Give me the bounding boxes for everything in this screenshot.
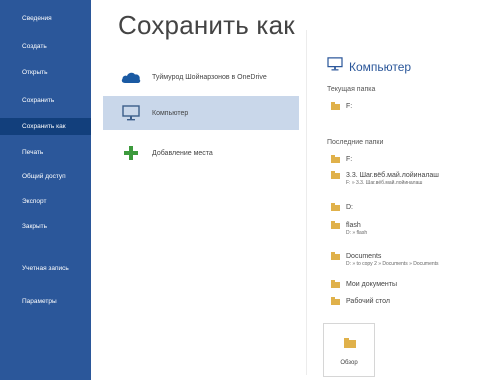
nav-save-as[interactable]: Сохранить как [0, 118, 91, 135]
nav-account[interactable]: Учетная запись [0, 264, 70, 273]
backstage-sidebar: Сведения Создать Открыть Сохранить Сохра… [0, 0, 91, 380]
folder-name: Documents [346, 253, 382, 260]
location-label: Добавление места [152, 149, 213, 157]
folder-name: F: [346, 103, 353, 110]
folder-name: F: [346, 156, 353, 163]
nav-new[interactable]: Создать [0, 42, 91, 51]
folder-name: Рабочий стол [346, 298, 390, 305]
folder-icon [331, 155, 340, 163]
location-label: Туймурод Шойнарзонов в OneDrive [152, 73, 267, 81]
folder-name: D: [346, 204, 353, 211]
folder-name: 3.3. Шаг.вёб.май.лойиналаш [346, 172, 439, 179]
folder-path: F: » 3.3. Шаг.вёб.май.лойиналаш [346, 180, 423, 186]
page-title: Сохранить как [118, 10, 295, 40]
recent-folder-item[interactable]: D: [331, 203, 353, 212]
location-computer[interactable]: Компьютер [103, 96, 299, 130]
nav-close[interactable]: Закрыть [0, 222, 91, 231]
computer-icon [327, 57, 343, 76]
nav-print[interactable]: Печать [0, 148, 91, 157]
recent-folder-item[interactable]: Documents D: » to copy 2 » Documents » D… [331, 252, 439, 268]
folder-name: flash [346, 222, 361, 229]
nav-share[interactable]: Общий доступ [0, 172, 91, 181]
folder-icon [331, 203, 340, 211]
folder-icon [331, 171, 340, 179]
right-pane-header: Компьютер [327, 57, 411, 76]
location-label: Компьютер [152, 109, 189, 117]
computer-icon [121, 103, 141, 123]
current-folder-label: Текущая папка [327, 86, 376, 93]
nav-save[interactable]: Сохранить [0, 96, 91, 105]
folder-icon [331, 102, 340, 110]
recent-folder-item[interactable]: 3.3. Шаг.вёб.май.лойиналаш F: » 3.3. Шаг… [331, 171, 439, 187]
plus-icon [121, 143, 141, 163]
divider [306, 30, 307, 375]
folder-icon [331, 221, 340, 229]
browse-button[interactable]: Обзор [323, 323, 375, 377]
folder-icon [344, 338, 356, 348]
browse-label: Обзор [340, 360, 358, 366]
right-pane-title: Компьютер [349, 59, 412, 74]
folder-path: D: » flash [346, 230, 368, 236]
recent-folder-item[interactable]: F: [331, 155, 352, 164]
folder-icon [331, 280, 340, 288]
recent-folders-label: Последние папки [327, 139, 384, 146]
nav-open[interactable]: Открыть [0, 68, 91, 77]
recent-folder-item[interactable]: Рабочий стол [331, 297, 390, 306]
folder-icon [331, 252, 340, 260]
nav-options[interactable]: Параметры [0, 297, 91, 306]
location-onedrive[interactable]: Туймурод Шойнарзонов в OneDrive [103, 60, 299, 94]
folder-path: D: » to copy 2 » Documents » Documents [346, 261, 439, 267]
nav-info[interactable]: Сведения [0, 14, 91, 23]
nav-export[interactable]: Экспорт [0, 197, 91, 206]
recent-folder-item[interactable]: flash D: » flash [331, 221, 367, 237]
location-add-place[interactable]: Добавление места [103, 136, 299, 170]
folder-name: Мои документы [346, 281, 398, 288]
current-folder-item[interactable]: F: [331, 102, 352, 111]
folder-icon [331, 297, 340, 305]
recent-folder-item[interactable]: Мои документы [331, 280, 397, 289]
cloud-icon [121, 67, 141, 87]
